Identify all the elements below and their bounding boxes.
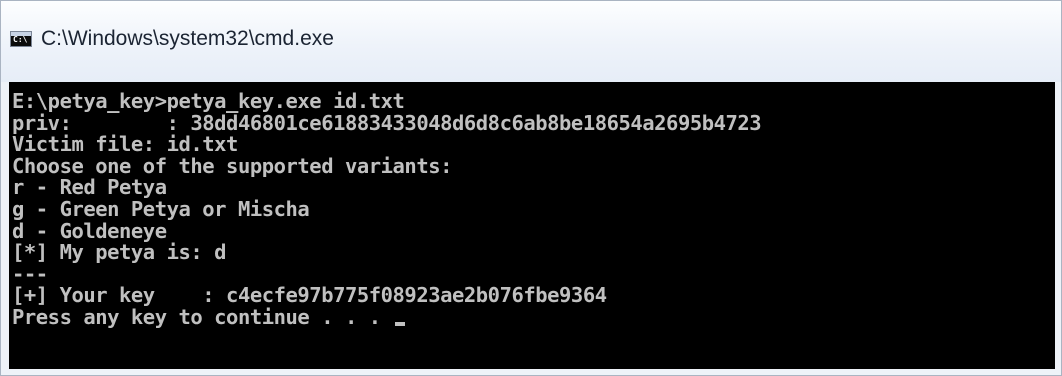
console-prompt-line: Press any key to continue . . . (12, 304, 761, 329)
console-line: E:\petya_key>petya_key.exe id.txt (12, 89, 405, 113)
console-lines: E:\petya_key>petya_key.exe id.txt priv: … (12, 89, 762, 329)
cmd-icon-prompt: C:\ (13, 35, 28, 44)
console-line: g - Green Petya or Mischa (12, 196, 310, 221)
console-line: Choose one of the supported variants: (12, 153, 453, 178)
text-cursor (394, 321, 405, 326)
console-line: r - Red Petya (12, 175, 167, 200)
title-bar[interactable]: C:\ C:\Windows\system32\cmd.exe (1, 1, 1061, 82)
console-line: priv: : 38dd46801ce61883433048d6d8c6ab8b… (12, 110, 762, 135)
console-output[interactable]: E:\petya_key>petya_key.exe id.txt priv: … (9, 82, 1055, 369)
console-scrollbar[interactable] (1047, 82, 1055, 369)
window-title: C:\Windows\system32\cmd.exe (41, 27, 334, 50)
console-line: [+] Your key : c4ecfe97b775f08923ae2b076… (12, 283, 607, 308)
cmd-window: C:\ C:\Windows\system32\cmd.exe E:\petya… (0, 0, 1062, 376)
console-line: d - Goldeneye (12, 218, 167, 243)
console-line: --- (12, 261, 48, 286)
cmd-icon[interactable]: C:\ (10, 31, 32, 47)
console-prompt-text: Press any key to continue . . . (12, 304, 393, 329)
console-line: [*] My petya is: d (12, 240, 227, 265)
console-line: Victim file: id.txt (12, 132, 238, 157)
